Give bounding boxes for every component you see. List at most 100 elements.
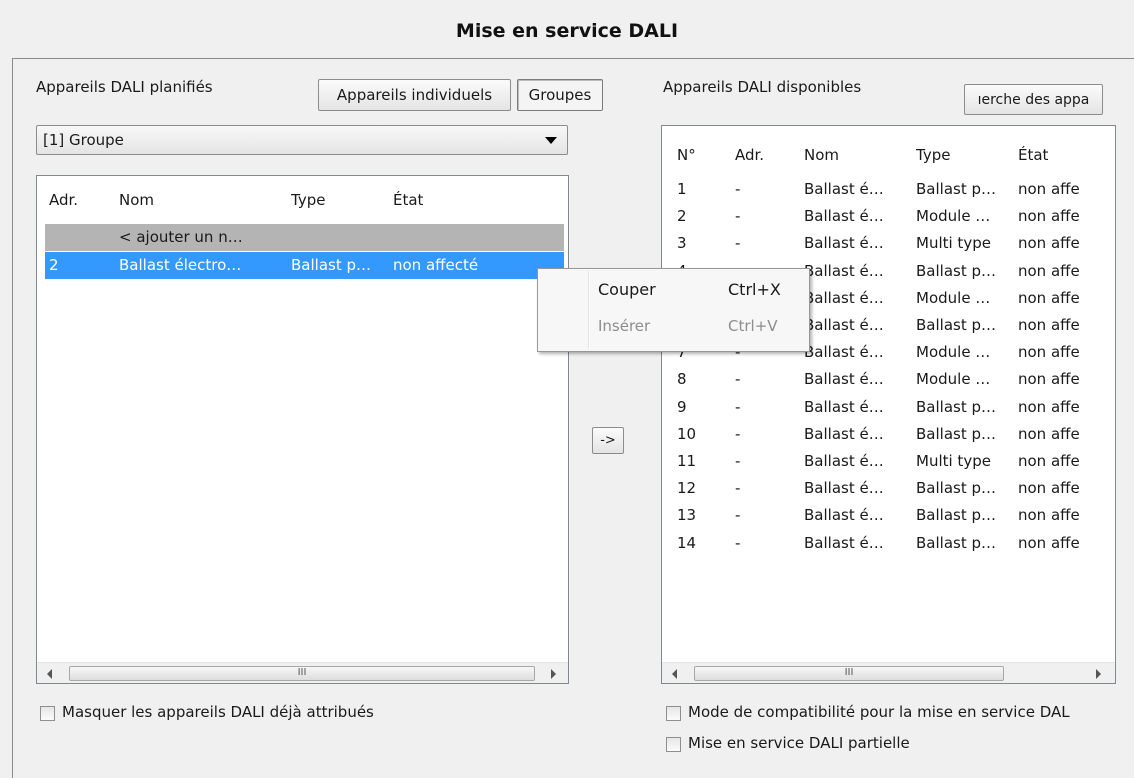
- available-device-row[interactable]: 9 - Ballast é… Ballast p… non affe: [662, 394, 1102, 421]
- column-header-adr[interactable]: Adr.: [735, 146, 764, 164]
- column-header-etat[interactable]: État: [393, 191, 423, 209]
- scroll-left-icon[interactable]: [47, 669, 52, 679]
- available-device-row[interactable]: 11 - Ballast é… Multi type non affe: [662, 448, 1102, 475]
- cell-nom: Ballast é…: [804, 506, 884, 525]
- cell-etat: non affe: [1018, 288, 1080, 307]
- planned-devices-label: Appareils DALI planifiés: [36, 78, 213, 96]
- available-device-row[interactable]: 2 - Ballast é… Module … non affe: [662, 203, 1102, 230]
- cell-adr: -: [735, 506, 741, 525]
- menu-item-cut[interactable]: Couper Ctrl+X: [538, 275, 809, 305]
- hide-assigned-checkbox[interactable]: [40, 706, 55, 721]
- cell-adr: -: [735, 424, 741, 443]
- cell-type: Ballast p…: [916, 424, 996, 443]
- groups-button[interactable]: Groupes: [517, 79, 603, 111]
- cell-type: Ballast p…: [291, 256, 371, 274]
- planned-devices-list[interactable]: Adr. Nom Type État < ajouter un n… 2 Bal…: [36, 175, 569, 684]
- cell-type: Multi type: [916, 234, 991, 253]
- cell-number: 13: [677, 506, 697, 525]
- cell-type: Ballast p…: [916, 316, 996, 334]
- cell-etat: non affe: [1018, 207, 1080, 226]
- cell-adr: -: [735, 397, 741, 416]
- cell-number: 3: [677, 234, 687, 253]
- cell-number: 2: [677, 207, 687, 226]
- column-header-adr[interactable]: Adr.: [49, 191, 78, 209]
- planned-row-selected[interactable]: 2 Ballast électro… Ballast p… non affect…: [45, 252, 564, 279]
- cell-nom: Ballast é…: [804, 343, 884, 362]
- column-header-type[interactable]: Type: [291, 191, 325, 209]
- menu-item-insert-label: Insérer: [598, 317, 651, 335]
- cell-nom: Ballast é…: [804, 452, 884, 470]
- column-header-nom[interactable]: Nom: [119, 191, 154, 209]
- column-header-etat[interactable]: État: [1018, 146, 1048, 164]
- cell-number: 1: [677, 180, 687, 198]
- available-device-row[interactable]: 13 - Ballast é… Ballast p… non affe: [662, 502, 1102, 529]
- cell-type: Module …: [916, 207, 991, 226]
- cell-etat: non affe: [1018, 506, 1080, 525]
- cell-nom: Ballast é…: [804, 180, 884, 198]
- available-device-row[interactable]: 8 - Ballast é… Module … non affe: [662, 366, 1102, 393]
- cell-number: 9: [677, 397, 687, 416]
- search-devices-button[interactable]: ıerche des appa: [964, 84, 1103, 115]
- cell-adr: -: [735, 370, 741, 389]
- transfer-arrow-button[interactable]: ->: [592, 427, 624, 454]
- chevron-down-icon[interactable]: [545, 137, 557, 144]
- cell-number: 14: [677, 533, 697, 552]
- cell-etat: non affe: [1018, 479, 1080, 498]
- cell-type: Ballast p…: [916, 533, 996, 552]
- available-device-row[interactable]: 14 - Ballast é… Ballast p… non affe: [662, 530, 1102, 557]
- cell-adr: -: [735, 533, 741, 552]
- cell-etat: non affe: [1018, 261, 1080, 280]
- scroll-right-icon[interactable]: [551, 669, 556, 679]
- cell-nom: Ballast é…: [804, 234, 884, 253]
- context-menu: Couper Ctrl+X Insérer Ctrl+V: [537, 268, 810, 352]
- scroll-left-icon[interactable]: [672, 669, 677, 679]
- compatibility-mode-label: Mode de compatibilité pour la mise en se…: [688, 703, 1070, 721]
- column-header-type[interactable]: Type: [916, 146, 950, 164]
- cell-number: 10: [677, 424, 697, 443]
- available-device-row[interactable]: 10 - Ballast é… Ballast p… non affe: [662, 421, 1102, 448]
- partial-commissioning-checkbox[interactable]: [666, 737, 681, 752]
- compatibility-mode-checkbox[interactable]: [666, 706, 681, 721]
- menu-item-cut-shortcut: Ctrl+X: [728, 280, 781, 299]
- cell-type: Ballast p…: [916, 180, 996, 198]
- scrollbar-thumb[interactable]: III: [694, 666, 1004, 681]
- available-device-row[interactable]: 12 - Ballast é… Ballast p… non affe: [662, 475, 1102, 502]
- cell-type: Module …: [916, 370, 991, 389]
- cell-number: 8: [677, 370, 687, 389]
- cell-nom: Ballast é…: [804, 479, 884, 498]
- scrollbar-thumb[interactable]: III: [69, 666, 535, 681]
- cell-number: 11: [677, 452, 697, 470]
- individual-devices-button[interactable]: Appareils individuels: [318, 79, 511, 111]
- column-header-nom[interactable]: Nom: [804, 146, 839, 164]
- cell-adr: -: [735, 207, 741, 226]
- cell-adr: -: [735, 180, 741, 198]
- available-device-row[interactable]: 1 - Ballast é… Ballast p… non affe: [662, 176, 1102, 203]
- cell-nom: Ballast é…: [804, 261, 884, 280]
- add-device-row[interactable]: < ajouter un n…: [45, 224, 564, 251]
- menu-item-insert-shortcut: Ctrl+V: [728, 317, 778, 335]
- cell-nom: Ballast électro…: [119, 256, 242, 274]
- cell-etat: non affe: [1018, 316, 1080, 334]
- cell-nom: Ballast é…: [804, 207, 884, 226]
- cell-adr: -: [735, 452, 741, 470]
- cell-type: Ballast p…: [916, 261, 996, 280]
- cell-type: Module …: [916, 343, 991, 362]
- planned-horizontal-scrollbar[interactable]: III: [37, 662, 568, 683]
- menu-item-cut-label: Couper: [598, 280, 656, 299]
- menu-item-insert[interactable]: Insérer Ctrl+V: [538, 311, 809, 341]
- cell-adr: 2: [49, 256, 59, 274]
- column-header-number[interactable]: N°: [677, 146, 696, 164]
- partial-commissioning-label: Mise en service DALI partielle: [688, 734, 910, 752]
- available-device-row[interactable]: 3 - Ballast é… Multi type non affe: [662, 230, 1102, 257]
- group-select[interactable]: [1] Groupe: [36, 125, 568, 155]
- cell-nom: Ballast é…: [804, 397, 884, 416]
- scroll-right-icon[interactable]: [1096, 669, 1101, 679]
- available-devices-label: Appareils DALI disponibles: [663, 78, 862, 96]
- cell-etat: non affecté: [393, 256, 479, 274]
- available-horizontal-scrollbar[interactable]: III: [662, 662, 1115, 683]
- cell-etat: non affe: [1018, 370, 1080, 389]
- cell-etat: non affe: [1018, 343, 1080, 362]
- add-device-placeholder: < ajouter un n…: [119, 228, 243, 246]
- cell-etat: non affe: [1018, 533, 1080, 552]
- available-devices-list[interactable]: N° Adr. Nom Type État 1 - Ballast é… Ballas…: [661, 125, 1116, 684]
